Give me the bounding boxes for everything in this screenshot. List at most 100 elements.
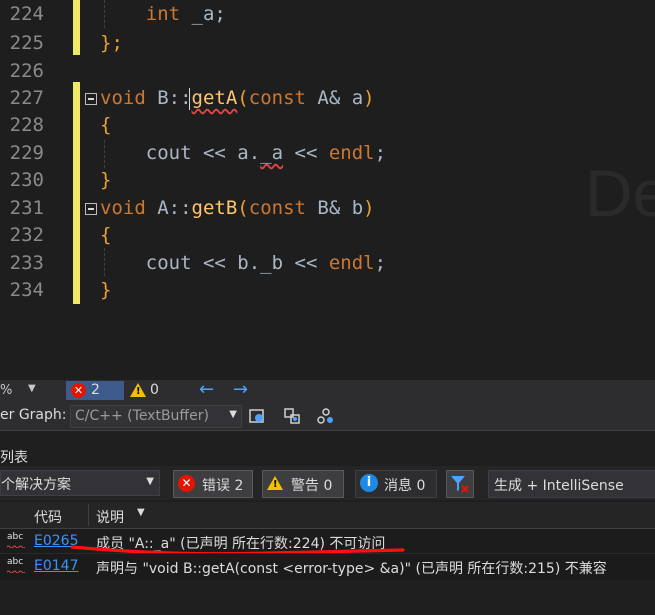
errors-filter-label: 错误 2 [202, 478, 244, 494]
collapse-toggle-icon[interactable] [85, 203, 97, 215]
filter-button[interactable] [446, 470, 474, 498]
graph-action-2-icon[interactable] [283, 407, 301, 425]
code-token: << [283, 142, 329, 164]
squiggle-mark [7, 545, 25, 548]
warning-mark: ! [273, 479, 278, 490]
code-line[interactable]: 227 void B::getA(const A& a) [0, 85, 655, 112]
table-row[interactable]: abc E0147 声明与 "void B::getA(const <error… [0, 553, 655, 580]
code-text[interactable]: }; [100, 30, 123, 57]
code-text[interactable]: } [100, 277, 111, 304]
code-token: int [145, 3, 181, 25]
squiggle-mark [7, 570, 25, 573]
code-token: ( [237, 197, 249, 219]
code-text[interactable]: int _a; [100, 1, 226, 28]
line-number: 231 [9, 197, 44, 219]
code-token: const [248, 197, 306, 219]
sort-down-icon[interactable]: ▼ [137, 507, 145, 518]
error-token: getA [191, 87, 238, 109]
warnings-filter-button[interactable]: ! 警告 0 [262, 470, 344, 498]
info-icon: i [360, 474, 378, 492]
chevron-down-icon: ▼ [28, 383, 36, 394]
code-token: << a. [191, 142, 261, 164]
column-description[interactable]: 说明 [96, 507, 124, 527]
warning-count: 0 [150, 382, 159, 398]
error-token: _a [260, 142, 284, 164]
code-token: << b. [191, 252, 261, 274]
navigate-back-icon[interactable]: ← [199, 381, 214, 399]
zoom-value: % [0, 383, 13, 398]
error-list-column-header: 代码 说明 ▼ [0, 502, 655, 529]
collapse-toggle-icon[interactable] [85, 93, 97, 105]
indent-guide [104, 248, 105, 276]
spelling-error-icon: abc [7, 557, 24, 567]
errors-filter-button[interactable]: ✕ 错误 2 [173, 470, 253, 498]
code-token: endl [328, 142, 375, 164]
line-number: 229 [9, 142, 44, 164]
code-token: _a; [180, 3, 226, 25]
code-token: const [248, 87, 306, 109]
code-line[interactable]: 225}; [0, 30, 655, 57]
code-token: endl [328, 252, 375, 274]
messages-filter-button[interactable]: i 消息 0 [355, 470, 437, 498]
code-token: } [100, 169, 112, 191]
code-token: << [283, 252, 329, 274]
code-line[interactable]: 224 int _a; [0, 1, 655, 28]
graph-action-3-icon[interactable] [317, 407, 335, 425]
code-token: void [100, 87, 146, 109]
messages-filter-label: 消息 0 [384, 478, 426, 494]
error-description: 声明与 "void B::getA(const <error-type> &a)… [96, 561, 607, 577]
build-source-select[interactable]: 生成 + IntelliSense [488, 470, 655, 498]
code-token: B& b [305, 197, 364, 219]
indent-guide [104, 0, 105, 28]
code-line[interactable]: 232 { [0, 222, 655, 249]
line-number: 230 [9, 169, 44, 191]
line-number: 228 [9, 114, 44, 136]
error-count-indicator[interactable]: ✕ 2 [66, 381, 124, 400]
spelling-error-icon: abc [7, 532, 24, 542]
warning-mark: ! [136, 386, 141, 397]
code-text[interactable]: } [100, 167, 111, 194]
code-text[interactable]: { [100, 112, 111, 139]
code-token: } [100, 279, 112, 301]
column-divider[interactable] [88, 504, 89, 526]
code-text[interactable]: cout << a._a << endl; [100, 140, 386, 167]
code-text[interactable]: cout << b._b << endl; [100, 250, 386, 277]
code-text[interactable]: void B::getA(const A& a) [100, 85, 375, 112]
code-line[interactable]: 230} [0, 167, 655, 194]
warning-count-indicator[interactable]: ! 0 [128, 381, 168, 400]
code-line[interactable]: 234} [0, 277, 655, 304]
scope-select[interactable]: 个解决方案 ▼ [0, 470, 160, 496]
error-code-link[interactable]: E0147 [34, 558, 78, 574]
code-token: ( [237, 87, 249, 109]
code-token: { [100, 224, 112, 246]
code-text[interactable]: void A::getB(const B& b) [100, 195, 375, 222]
indent-guide [104, 140, 105, 168]
error-icon: ✕ [71, 383, 86, 398]
zoom-dropdown[interactable]: % ▼ [0, 383, 36, 399]
code-token: ) [363, 197, 375, 219]
code-text[interactable]: { [100, 222, 111, 249]
line-number: 234 [9, 279, 44, 301]
code-line[interactable]: 233 cout << b._b << endl; [0, 250, 655, 277]
code-token: getB [191, 197, 238, 219]
code-line[interactable]: 226 [0, 58, 655, 85]
warnings-filter-label: 警告 0 [291, 478, 333, 494]
code-editor[interactable]: De 224 int _a; 225}; 226 227 void B::getA(co… [0, 0, 655, 380]
line-number: 227 [9, 87, 44, 109]
graph-provider-select[interactable]: C/C++ (TextBuffer) ▼ [70, 405, 242, 428]
line-number: 224 [9, 3, 44, 25]
code-token: }; [100, 32, 123, 54]
graph-action-1-icon[interactable] [248, 407, 266, 425]
code-line[interactable]: 228 { [0, 112, 655, 139]
navigate-forward-icon[interactable]: → [233, 381, 248, 399]
code-token: _b [260, 252, 284, 274]
code-line[interactable]: 229 cout << a._a << endl; [0, 140, 655, 167]
code-token: void [100, 197, 146, 219]
error-list-title: 列表 [0, 450, 28, 466]
column-code[interactable]: 代码 [34, 507, 62, 527]
code-token: A& a [305, 87, 364, 109]
code-line[interactable]: 231 void A::getB(const B& b) [0, 195, 655, 222]
